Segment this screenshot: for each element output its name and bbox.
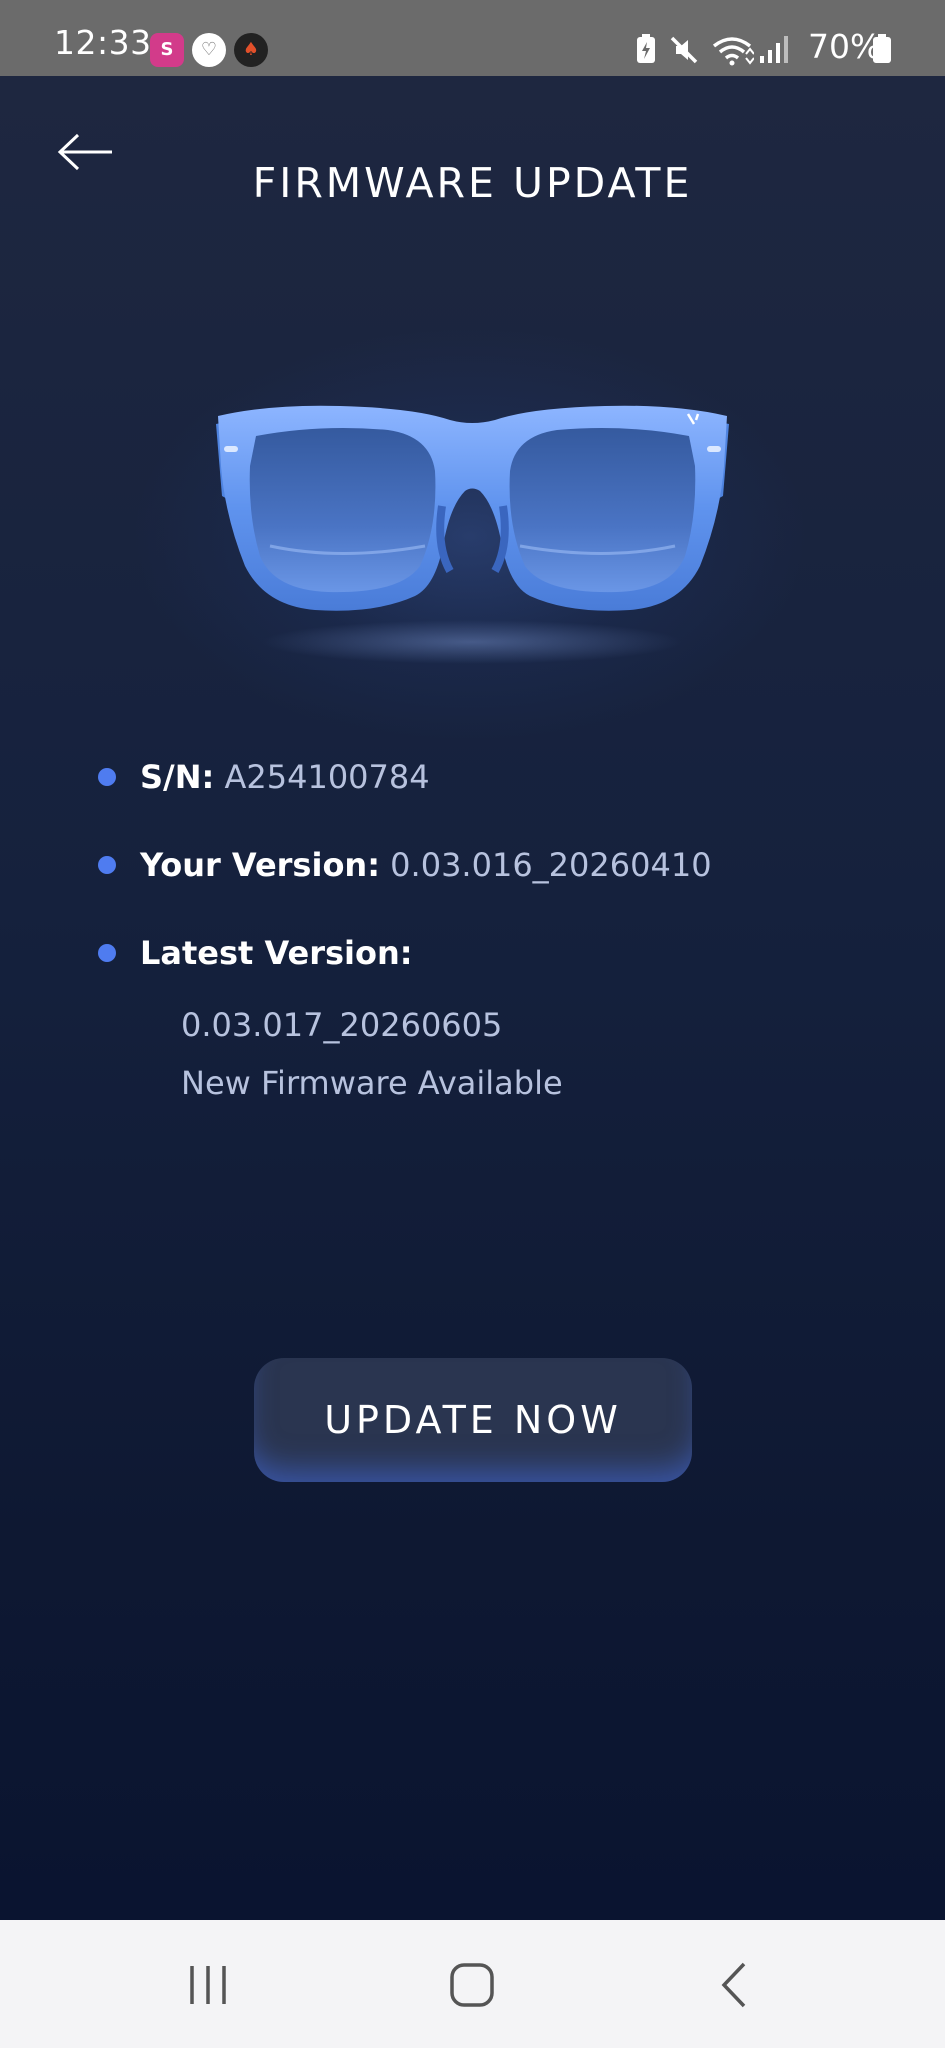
serial-number-value: A254100784: [224, 758, 430, 796]
update-now-button[interactable]: UPDATE NOW: [254, 1358, 692, 1482]
app-notification-icon: ♠: [234, 33, 268, 67]
system-back-button[interactable]: [706, 1960, 766, 2010]
your-version-value: 0.03.016_20260410: [390, 846, 712, 884]
battery-percent: 70%: [808, 27, 882, 66]
battery-saver-icon: [637, 34, 655, 63]
serial-number-label: S/N:: [140, 758, 215, 796]
recent-apps-button[interactable]: [178, 1960, 238, 2010]
battery-icon: [873, 34, 891, 63]
bullet: [98, 768, 116, 786]
home-button[interactable]: [442, 1960, 502, 2010]
latest-version-value: 0.03.017_20260605: [181, 1006, 503, 1044]
back-icon: [721, 1962, 746, 2008]
status-time: 12:33: [54, 23, 152, 62]
mute-icon: [670, 36, 698, 64]
wifi-icon: [712, 37, 754, 66]
app-notification-icon: S: [150, 33, 184, 67]
status-bar: 12:33 S ♡ ♠ 70%: [0, 0, 945, 76]
firmware-update-screen: FIRMWARE UPDATE S/N: A254100784 Your Ver…: [0, 76, 945, 1920]
home-icon: [450, 1963, 494, 2007]
bullet: [98, 944, 116, 962]
latest-version-label: Latest Version:: [140, 934, 413, 972]
navigation-bar: [0, 1920, 945, 2048]
your-version-label: Your Version:: [140, 846, 380, 884]
app-notification-icon: ♡: [192, 33, 226, 67]
bullet: [98, 856, 116, 874]
firmware-status-text: New Firmware Available: [181, 1064, 563, 1102]
signal-icon: [760, 36, 788, 63]
page-title: FIRMWARE UPDATE: [252, 159, 693, 208]
recent-apps-icon: [190, 1966, 226, 2004]
smart-glasses-image: [216, 405, 729, 664]
